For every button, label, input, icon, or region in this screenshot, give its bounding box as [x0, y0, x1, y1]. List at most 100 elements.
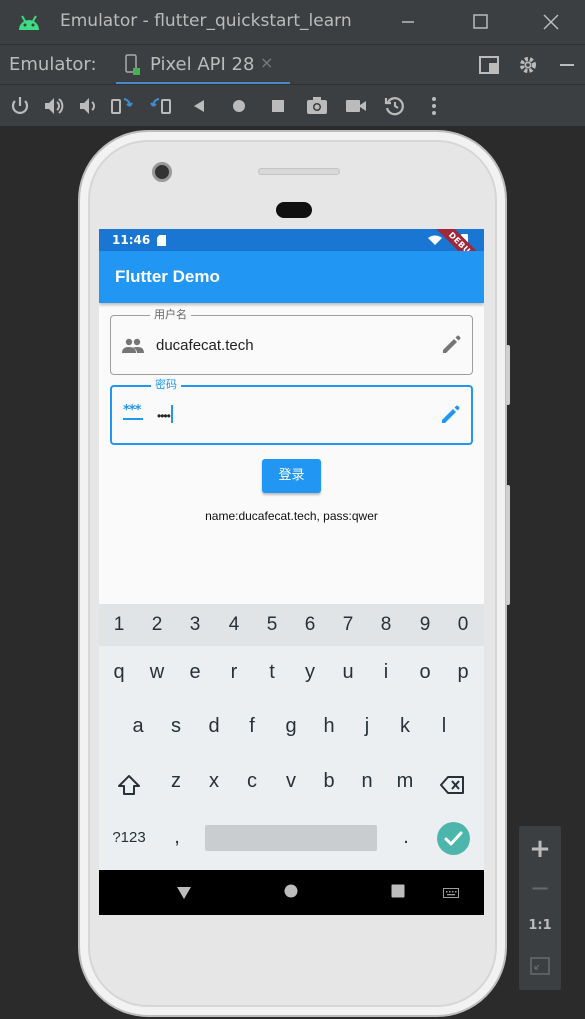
key-g[interactable]: g [272, 715, 310, 738]
nav-home-icon[interactable] [284, 884, 298, 898]
home-icon[interactable] [227, 94, 251, 118]
tab-label: Pixel API 28 [150, 54, 255, 75]
soft-keyboard: 1 2 3 4 5 6 7 8 9 0 q w e r t y u i o p … [99, 604, 484, 870]
volume-down-icon[interactable] [76, 94, 100, 118]
sd-card-icon [157, 235, 166, 246]
key-o[interactable]: o [406, 661, 444, 684]
emulator-tabbar: Emulator: Pixel API 28 × [0, 44, 585, 85]
side-button-volume[interactable] [506, 345, 510, 405]
key-2[interactable]: 2 [138, 614, 176, 636]
zoom-in-button[interactable]: + [519, 834, 561, 864]
rotate-left-icon[interactable] [110, 94, 134, 118]
password-label: 密码 [151, 378, 181, 392]
nav-back-icon[interactable] [176, 886, 192, 900]
key-i[interactable]: i [367, 661, 405, 684]
password-lock-icon: *** [122, 403, 146, 425]
earpiece-speaker [258, 168, 340, 175]
overview-icon[interactable] [266, 94, 290, 118]
login-button[interactable]: 登录 [262, 459, 321, 493]
key-w[interactable]: w [138, 661, 176, 684]
rotate-right-icon[interactable] [149, 94, 173, 118]
key-q[interactable]: q [100, 661, 138, 684]
key-a[interactable]: a [119, 715, 157, 738]
enter-key[interactable] [437, 822, 470, 855]
key-d[interactable]: d [195, 715, 233, 738]
side-button-power[interactable] [506, 485, 510, 605]
zoom-1-to-1-button[interactable]: 1:1 [519, 918, 561, 933]
device-screen: 11:46 DEBUG Flutter Demo 用户名 ducafecat.t… [99, 229, 484, 915]
key-4[interactable]: 4 [215, 614, 253, 636]
username-value: ducafecat.tech [156, 337, 254, 354]
fit-screen-icon[interactable] [530, 956, 550, 976]
settings-gear-icon[interactable] [516, 53, 540, 77]
spacebar-key[interactable] [205, 825, 377, 851]
key-h[interactable]: h [310, 715, 348, 738]
password-masked-text: •••• [157, 409, 171, 423]
close-icon[interactable] [537, 8, 565, 36]
key-z[interactable]: z [157, 770, 195, 793]
key-0[interactable]: 0 [444, 614, 482, 636]
snapshot-icon[interactable] [383, 94, 407, 118]
key-9[interactable]: 9 [406, 614, 444, 636]
key-f[interactable]: f [233, 715, 271, 738]
key-v[interactable]: v [272, 770, 310, 793]
back-icon[interactable] [188, 94, 212, 118]
tab-close-icon[interactable]: × [260, 53, 273, 72]
username-label: 用户名 [150, 308, 191, 322]
key-u[interactable]: u [329, 661, 367, 684]
key-r[interactable]: r [215, 661, 253, 684]
password-field[interactable]: 密码 *** •••• [110, 378, 473, 445]
screenshot-icon[interactable] [305, 94, 329, 118]
screen-record-icon[interactable] [344, 94, 368, 118]
key-1[interactable]: 1 [100, 614, 138, 636]
power-icon[interactable] [8, 94, 32, 118]
username-field[interactable]: 用户名 ducafecat.tech [110, 308, 473, 375]
android-nav-bar [99, 870, 484, 915]
key-period[interactable]: . [387, 826, 425, 849]
password-value[interactable]: •••• [157, 405, 173, 424]
key-comma[interactable]: , [158, 826, 196, 849]
android-icon [19, 15, 39, 30]
key-n[interactable]: n [348, 770, 386, 793]
keyboard-switch-icon[interactable] [443, 888, 459, 898]
key-8[interactable]: 8 [367, 614, 405, 636]
key-y[interactable]: y [291, 661, 329, 684]
login-result-text: name:ducafecat.tech, pass:qwer [205, 509, 378, 523]
tab-pixel-api-28[interactable]: Pixel API 28 × [112, 45, 290, 85]
key-s[interactable]: s [157, 715, 195, 738]
keyboard-number-row: 1 2 3 4 5 6 7 8 9 0 [99, 604, 484, 646]
key-x[interactable]: x [195, 770, 233, 793]
backspace-icon[interactable] [440, 774, 466, 796]
more-icon[interactable] [422, 94, 446, 118]
proximity-sensor [276, 202, 312, 218]
edit-pencil-icon[interactable] [439, 404, 461, 426]
android-status-bar: 11:46 DEBUG [99, 229, 484, 282]
key-5[interactable]: 5 [253, 614, 291, 636]
minimize-icon[interactable] [394, 8, 422, 36]
volume-up-icon[interactable] [42, 94, 66, 118]
minimize-panel-icon[interactable] [555, 53, 579, 77]
key-m[interactable]: m [386, 770, 424, 793]
key-l[interactable]: l [425, 715, 463, 738]
symbols-key[interactable]: ?123 [105, 829, 153, 846]
key-6[interactable]: 6 [291, 614, 329, 636]
key-e[interactable]: e [176, 661, 214, 684]
key-k[interactable]: k [386, 715, 424, 738]
key-j[interactable]: j [348, 715, 386, 738]
device-phone-icon [125, 54, 140, 75]
key-b[interactable]: b [310, 770, 348, 793]
nav-recents-icon[interactable] [391, 884, 405, 898]
status-time: 11:46 [112, 233, 151, 247]
key-c[interactable]: c [233, 770, 271, 793]
maximize-icon[interactable] [466, 8, 494, 36]
password-icon-underline [123, 418, 143, 420]
window-layout-icon[interactable] [477, 53, 501, 77]
key-3[interactable]: 3 [176, 614, 214, 636]
edit-pencil-icon[interactable] [440, 334, 462, 356]
key-p[interactable]: p [444, 661, 482, 684]
key-7[interactable]: 7 [329, 614, 367, 636]
zoom-out-button[interactable]: − [519, 874, 561, 902]
people-icon [122, 338, 144, 353]
key-t[interactable]: t [253, 661, 291, 684]
shift-icon[interactable] [116, 774, 142, 796]
